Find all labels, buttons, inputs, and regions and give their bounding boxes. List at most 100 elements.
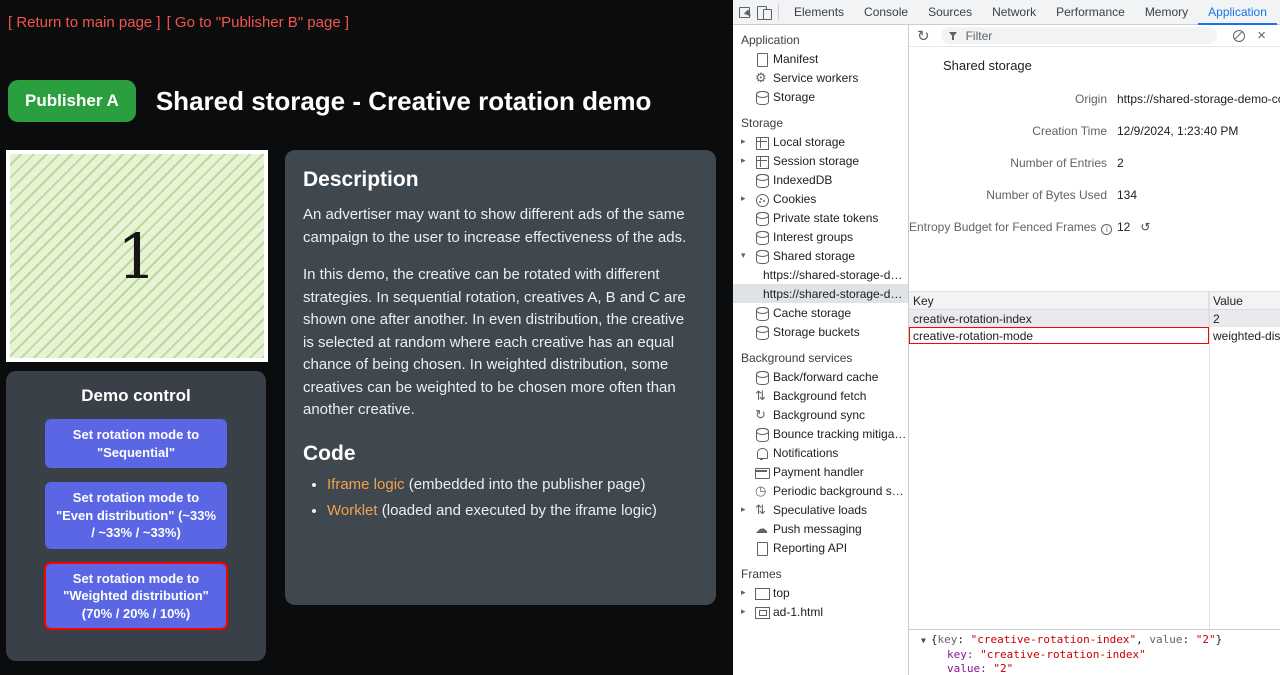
rotation-mode-button-set-rotation-mode-to-sequential[interactable]: Set rotation mode to "Sequential"	[45, 419, 227, 468]
expand-arrow-icon[interactable]: ▸	[741, 193, 753, 204]
devtools-window: ElementsConsoleSourcesNetworkPerformance…	[733, 0, 1280, 675]
device-toolbar-icon[interactable]	[755, 3, 773, 21]
inspect-element-icon[interactable]	[737, 3, 755, 21]
filter-input[interactable]	[964, 28, 1210, 44]
sidebar-item-notifications[interactable]: Notifications	[733, 443, 908, 462]
tree-item-label: Payment handler	[773, 465, 864, 479]
database-icon	[753, 426, 773, 442]
datagrid: KeyValue creative-rotation-index2creativ…	[909, 291, 1280, 629]
metadata-row-number-of-entries: Number of Entries 2	[909, 147, 1280, 179]
sidebar-item-reporting-api[interactable]: Reporting API	[733, 538, 908, 557]
expand-arrow-icon[interactable]: ▸	[741, 606, 753, 617]
table-row-creative-rotation-mode[interactable]: creative-rotation-modeweighted-distribut…	[909, 327, 1280, 344]
top-link-go-to-publisher-b-page[interactable]: [ Go to "Publisher B" page ]	[167, 14, 349, 31]
panel-title: Shared storage	[943, 58, 1280, 73]
sidebar-item-shared-storage[interactable]: ▾ Shared storage	[733, 246, 908, 265]
table-icon	[753, 153, 773, 169]
tree-item-label: Shared storage	[773, 249, 855, 263]
metadata-row-number-of-bytes-used: Number of Bytes Used134	[909, 179, 1280, 211]
document-icon	[753, 540, 773, 556]
column-header-key[interactable]: Key	[909, 292, 1209, 309]
sidebar-item-bounce-tracking-mitiga[interactable]: Bounce tracking mitiga…	[733, 424, 908, 443]
table-row-creative-rotation-index[interactable]: creative-rotation-index2	[909, 310, 1280, 327]
rotation-mode-button-set-rotation-mode-to-even-distribution-3[interactable]: Set rotation mode to "Even distribution"…	[45, 482, 227, 549]
table-icon	[753, 134, 773, 150]
rotation-mode-button-set-rotation-mode-to-weighted-distributi[interactable]: Set rotation mode to "Weighted distribut…	[45, 563, 227, 630]
sidebar-item-manifest[interactable]: Manifest	[733, 49, 908, 68]
tree-item-label: IndexedDB	[773, 173, 832, 187]
tree-item-label: top	[773, 586, 790, 600]
devtools-tab-performance[interactable]: Performance	[1046, 0, 1135, 25]
tree-item-label: https://shared-storage-d…	[763, 287, 902, 301]
metadata-value: 12↺	[1117, 220, 1150, 234]
filter-box[interactable]	[941, 27, 1218, 44]
sidebar-item-cache-storage[interactable]: Cache storage	[733, 303, 908, 322]
sidebar-item-back-forward-cache[interactable]: Back/forward cache	[733, 367, 908, 386]
sidebar-item-session-storage[interactable]: ▸Session storage	[733, 151, 908, 170]
sidebar-item-local-storage[interactable]: ▸ Local storage	[733, 132, 908, 151]
tree-item-label: Periodic background s…	[773, 484, 904, 498]
reset-budget-icon[interactable]: ↺	[1140, 220, 1150, 234]
publisher-badge: Publisher A	[8, 80, 136, 122]
clock-icon	[753, 483, 773, 499]
table-cell-key: creative-rotation-index	[909, 310, 1209, 327]
creative-iframe[interactable]: 1	[6, 150, 268, 362]
sidebar-item-background-fetch[interactable]: Background fetch	[733, 386, 908, 405]
code-link-worklet[interactable]: Worklet	[327, 502, 378, 519]
info-icon: i	[1101, 224, 1112, 235]
column-divider	[1209, 291, 1210, 629]
sidebar-item-top[interactable]: ▸ top	[733, 583, 908, 602]
code-heading: Code	[303, 442, 690, 466]
expand-arrow-icon[interactable]: ▸	[741, 587, 753, 598]
sidebar-item-private-state-tokens[interactable]: Private state tokens	[733, 208, 908, 227]
devtools-tab-console[interactable]: Console	[854, 0, 918, 25]
clear-all-icon[interactable]	[1233, 30, 1245, 42]
code-link-iframe-logic[interactable]: Iframe logic	[327, 476, 405, 493]
top-link-return-to-main-page[interactable]: [ Return to main page ]	[8, 14, 161, 31]
sidebar-item-storage-buckets[interactable]: Storage buckets	[733, 322, 908, 341]
tree-item-label: Interest groups	[773, 230, 853, 244]
sidebar-item-speculative-loads[interactable]: ▸Speculative loads	[733, 500, 908, 519]
column-header-value[interactable]: Value	[1209, 292, 1280, 309]
collapse-arrow-icon[interactable]: ▾	[741, 250, 753, 261]
collapse-arrow-icon[interactable]: ▼	[921, 636, 926, 645]
metadata-label: Number of Entries	[909, 156, 1107, 170]
sidebar-item-payment-handler[interactable]: Payment handler	[733, 462, 908, 481]
sidebar-item-cookies[interactable]: ▸ Cookies	[733, 189, 908, 208]
page-title: Shared storage - Creative rotation demo	[156, 86, 652, 117]
devtools-tab-elements[interactable]: Elements	[784, 0, 854, 25]
devtools-tab-application[interactable]: Application	[1198, 0, 1277, 25]
tree-item-label: Local storage	[773, 135, 845, 149]
sidebar-item-storage[interactable]: Storage	[733, 87, 908, 106]
refresh-icon[interactable]: ↻	[917, 27, 930, 45]
expand-arrow-icon[interactable]: ▸	[741, 136, 753, 147]
fetch-icon	[753, 502, 773, 518]
sidebar-item-background-sync[interactable]: Background sync	[733, 405, 908, 424]
preview-text: }	[1216, 633, 1223, 646]
preview-property-name: value	[1149, 633, 1182, 646]
sidebar-item-https-shared-storage-d[interactable]: https://shared-storage-d…	[733, 284, 908, 303]
devtools-tab-sources[interactable]: Sources	[918, 0, 982, 25]
sidebar-item-periodic-background-s[interactable]: Periodic background s…	[733, 481, 908, 500]
sidebar-item-https-shared-storage-d[interactable]: https://shared-storage-d…	[733, 265, 908, 284]
sidebar-item-indexeddb[interactable]: IndexedDB	[733, 170, 908, 189]
database-icon	[753, 89, 773, 105]
tree-item-label: Cookies	[773, 192, 816, 206]
sidebar-item-ad-1-html[interactable]: ▸ad-1.html	[733, 602, 908, 621]
devtools-tab-network[interactable]: Network	[982, 0, 1046, 25]
metadata-value: 12/9/2024, 1:23:40 PM	[1117, 124, 1238, 138]
devtools-tabbar: ElementsConsoleSourcesNetworkPerformance…	[733, 0, 1280, 25]
expand-arrow-icon[interactable]: ▸	[741, 504, 753, 515]
devtools-tab-memory[interactable]: Memory	[1135, 0, 1198, 25]
sidebar-item-interest-groups[interactable]: Interest groups	[733, 227, 908, 246]
metadata-value: 2	[1117, 156, 1124, 170]
expand-arrow-icon[interactable]: ▸	[741, 155, 753, 166]
preview-summary: ▼{key: "creative-rotation-index", value:…	[921, 633, 1280, 648]
tree-item-label: Back/forward cache	[773, 370, 878, 384]
sidebar-item-push-messaging[interactable]: Push messaging	[733, 519, 908, 538]
delete-icon[interactable]: ×	[1257, 27, 1266, 44]
tree-item-label: Manifest	[773, 52, 818, 66]
sidebar-item-service-workers[interactable]: Service workers	[733, 68, 908, 87]
database-icon	[753, 172, 773, 188]
preview-entry-key: key: "creative-rotation-index"	[921, 648, 1280, 662]
